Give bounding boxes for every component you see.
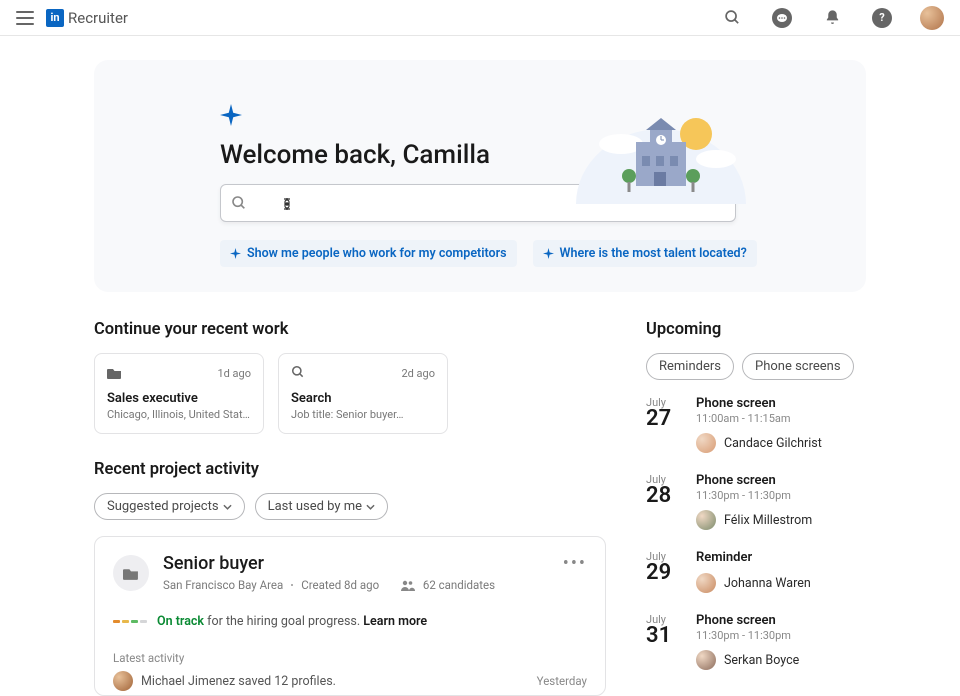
user-avatar[interactable] [920, 6, 944, 30]
latest-activity-label: Latest activity [113, 651, 587, 665]
upcoming-date: July29 [646, 550, 682, 593]
chevron-down-icon [223, 504, 232, 510]
hero-card: Welcome back, Camilla Show me people who… [94, 60, 866, 292]
project-created: Created 8d ago [301, 578, 379, 592]
pill-label: Reminders [659, 359, 721, 374]
help-icon[interactable]: ? [872, 8, 892, 28]
work-card-ago: 1d ago [217, 367, 251, 380]
upcoming-kind: Phone screen [696, 473, 866, 488]
upcoming-time: 11:30pm - 11:30pm [696, 489, 866, 502]
avatar [696, 433, 716, 453]
search-icon [231, 195, 247, 211]
upcoming-day: 27 [646, 408, 682, 430]
notifications-icon[interactable] [820, 6, 844, 30]
brand-logo[interactable]: in Recruiter [46, 9, 128, 27]
upcoming-date: July28 [646, 473, 682, 530]
avatar [696, 510, 716, 530]
avatar [696, 573, 716, 593]
upcoming-kind: Phone screen [696, 613, 866, 628]
upcoming-person: Candace Gilchrist [724, 436, 822, 451]
upcoming-person: Serkan Boyce [724, 653, 799, 668]
upcoming-date: July27 [646, 396, 682, 453]
status-text: for the hiring goal progress. [204, 614, 363, 629]
search-icon[interactable] [720, 6, 744, 30]
folder-icon [113, 555, 149, 591]
chip-label: Show me people who work for my competito… [247, 246, 507, 261]
menu-icon[interactable] [16, 11, 34, 25]
sparkle-icon [543, 248, 554, 259]
people-icon [401, 580, 415, 591]
sparkle-icon [230, 248, 241, 259]
chip-label: Where is the most talent located? [560, 246, 747, 261]
work-card-title: Sales executive [107, 391, 251, 406]
upcoming-kind: Reminder [696, 550, 866, 565]
upcoming-filter-phone-screens[interactable]: Phone screens [742, 353, 854, 380]
recent-activity-title: Recent project activity [94, 460, 606, 479]
latest-activity-when: Yesterday [537, 674, 587, 688]
pill-label: Phone screens [755, 359, 841, 374]
upcoming-item[interactable]: July27 Phone screen11:00am - 11:15am Canda… [646, 396, 866, 453]
upcoming-item[interactable]: July29 Reminder Johanna Waren [646, 550, 866, 593]
work-card-ago: 2d ago [401, 367, 435, 380]
chevron-down-icon [366, 504, 375, 510]
messages-icon[interactable] [772, 8, 792, 28]
upcoming-person: Félix Millestrom [724, 513, 812, 528]
upcoming-day: 28 [646, 485, 682, 507]
filter-last-used[interactable]: Last used by me [255, 493, 389, 520]
upcoming-item[interactable]: July31 Phone screen11:30pm - 11:30pm Serka… [646, 613, 866, 670]
upcoming-day: 29 [646, 562, 682, 584]
pill-label: Last used by me [268, 499, 363, 514]
latest-activity-text: Michael Jimenez saved 12 profiles. [141, 674, 336, 689]
brand-name: Recruiter [68, 9, 128, 27]
progress-segments-icon [113, 620, 147, 623]
work-card-search[interactable]: 2d ago Search Job title: Senior buyer… [278, 353, 448, 434]
upcoming-kind: Phone screen [696, 396, 866, 411]
hero-illustration [576, 104, 746, 204]
learn-more-link[interactable]: Learn more [363, 614, 427, 629]
suggestion-chip-talent-location[interactable]: Where is the most talent located? [533, 240, 757, 267]
upcoming-filter-reminders[interactable]: Reminders [646, 353, 734, 380]
welcome-title: Welcome back, Camilla [220, 140, 866, 170]
upcoming-item[interactable]: July28 Phone screen11:30pm - 11:30pm Félix… [646, 473, 866, 530]
project-location: San Francisco Bay Area [163, 578, 283, 592]
topbar: in Recruiter ? [0, 0, 960, 36]
linkedin-icon: in [46, 9, 64, 27]
status-label: On track [157, 614, 204, 629]
work-card-title: Search [291, 391, 435, 406]
pill-label: Suggested projects [107, 499, 219, 514]
upcoming-time: 11:00am - 11:15am [696, 412, 866, 425]
more-icon[interactable]: ••• [563, 553, 587, 592]
avatar [113, 671, 133, 691]
avatar [696, 650, 716, 670]
project-title[interactable]: Senior buyer [163, 553, 549, 574]
suggestion-chip-competitors[interactable]: Show me people who work for my competito… [220, 240, 517, 267]
folder-icon [107, 364, 122, 383]
search-icon [291, 364, 305, 383]
upcoming-time: 11:30pm - 11:30pm [696, 629, 866, 642]
work-card-sub: Chicago, Illinois, United States · Jere… [107, 408, 251, 421]
project-card: Senior buyer San Francisco Bay Area Crea… [94, 536, 606, 696]
upcoming-title: Upcoming [646, 320, 866, 339]
upcoming-day: 31 [646, 625, 682, 647]
project-candidates: 62 candidates [423, 578, 495, 592]
upcoming-date: July31 [646, 613, 682, 670]
sparkle-icon [220, 104, 242, 126]
upcoming-person: Johanna Waren [724, 576, 811, 591]
filter-suggested-projects[interactable]: Suggested projects [94, 493, 245, 520]
work-card-sales-executive[interactable]: 1d ago Sales executive Chicago, Illinois… [94, 353, 264, 434]
work-card-sub: Job title: Senior buyer… [291, 408, 435, 421]
continue-work-title: Continue your recent work [94, 320, 606, 339]
